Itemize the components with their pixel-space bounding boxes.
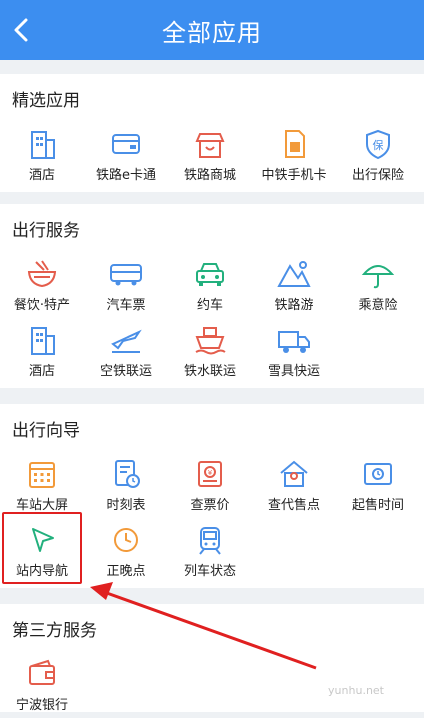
app-food-specialty[interactable]: 餐饮·特产 <box>0 254 84 318</box>
app-label: 正晚点 <box>106 564 146 579</box>
umbrella-icon <box>361 265 395 289</box>
hotel-icon <box>31 327 55 355</box>
mountain-icon <box>277 261 311 287</box>
svg-text:¥: ¥ <box>208 469 213 477</box>
section-featured-apps: 精选应用 酒店 铁路e卡通 铁路商城 中铁手机卡 保 出行保险 <box>0 74 424 192</box>
card-icon <box>112 134 140 154</box>
app-label: 起售时间 <box>351 498 404 513</box>
app-label: 约车 <box>196 298 223 313</box>
insurance-icon: 保 <box>366 129 390 160</box>
agency-icon <box>280 460 308 487</box>
page-title: 全部应用 <box>162 18 262 47</box>
clock-icon <box>114 528 138 552</box>
app-rail-water[interactable]: 铁水联运 <box>168 320 252 384</box>
app-ticket-price[interactable]: ¥ 查票价 <box>168 454 252 518</box>
app-accident-insurance[interactable]: 乘意险 <box>336 254 420 318</box>
car-icon <box>196 263 224 286</box>
app-bus-ticket[interactable]: 汽车票 <box>84 254 168 318</box>
app-railway-mall[interactable]: 铁路商城 <box>168 124 252 188</box>
ship-icon <box>195 327 226 355</box>
plane-icon <box>111 329 142 353</box>
bus-icon <box>110 264 142 286</box>
app-agency-points[interactable]: 查代售点 <box>252 454 336 518</box>
ticket-price-icon: ¥ <box>198 461 222 487</box>
section-title: 出行服务 <box>12 221 80 241</box>
watermark: yunhu.net <box>328 684 384 697</box>
hotel-icon <box>31 131 55 159</box>
app-label: 中铁手机卡 <box>261 168 327 183</box>
app-label: 汽车票 <box>106 298 146 313</box>
app-delay-info[interactable]: 正晚点 <box>84 520 168 584</box>
svg-text:保: 保 <box>373 138 384 152</box>
app-sale-time[interactable]: 起售时间 <box>336 454 420 518</box>
app-label: 宁波银行 <box>15 698 68 713</box>
app-label: 铁路游 <box>274 298 314 313</box>
app-ski-express[interactable]: 雪具快运 <box>252 320 336 384</box>
food-bowl-icon <box>27 260 57 288</box>
train-icon <box>199 527 221 555</box>
shop-icon <box>195 133 225 158</box>
app-label: 铁路e卡通 <box>96 168 156 183</box>
annotation-highlight-box <box>2 512 82 584</box>
sale-time-icon <box>364 463 392 485</box>
section-title: 精选应用 <box>12 91 80 111</box>
app-label: 雪具快运 <box>267 364 320 379</box>
header-bar: 全部应用 <box>0 0 424 60</box>
chevron-left-icon[interactable] <box>8 14 36 46</box>
wallet-icon <box>29 659 55 685</box>
app-timetable[interactable]: 时刻表 <box>84 454 168 518</box>
app-train-status[interactable]: 列车状态 <box>168 520 252 584</box>
app-label: 车站大屏 <box>15 498 68 513</box>
app-label: 酒店 <box>28 168 55 183</box>
app-label: 酒店 <box>28 364 55 379</box>
app-air-rail[interactable]: 空铁联运 <box>84 320 168 384</box>
app-label: 查代售点 <box>267 498 320 513</box>
app-label: 列车状态 <box>183 564 236 579</box>
timetable-icon <box>115 460 140 488</box>
section-title: 出行向导 <box>12 421 80 441</box>
app-label: 餐饮·特产 <box>13 298 71 313</box>
app-label: 乘意险 <box>358 298 398 313</box>
app-hotel-2[interactable]: 酒店 <box>0 320 84 384</box>
app-sim-card[interactable]: 中铁手机卡 <box>252 124 336 188</box>
screen-icon <box>29 462 55 488</box>
app-label: 出行保险 <box>351 168 404 183</box>
section-title: 第三方服务 <box>12 621 97 641</box>
app-label: 空铁联运 <box>99 364 152 379</box>
truck-icon <box>278 331 310 353</box>
app-railway-ecard[interactable]: 铁路e卡通 <box>84 124 168 188</box>
app-ride-hailing[interactable]: 约车 <box>168 254 252 318</box>
app-hotel[interactable]: 酒店 <box>0 124 84 188</box>
app-ningbo-bank[interactable]: 宁波银行 <box>0 654 84 718</box>
app-label: 铁水联运 <box>183 364 236 379</box>
app-travel-insurance[interactable]: 保 出行保险 <box>336 124 420 188</box>
app-label: 铁路商城 <box>183 168 236 183</box>
app-station-screen[interactable]: 车站大屏 <box>0 454 84 518</box>
section-travel-services: 出行服务 餐饮·特产 汽车票 约车 铁路游 乘意险 酒店 空铁联运 铁水联运 雪… <box>0 204 424 388</box>
app-label: 查票价 <box>190 498 230 513</box>
app-label: 时刻表 <box>106 498 146 513</box>
app-railway-tour[interactable]: 铁路游 <box>252 254 336 318</box>
sim-card-icon <box>285 130 305 158</box>
